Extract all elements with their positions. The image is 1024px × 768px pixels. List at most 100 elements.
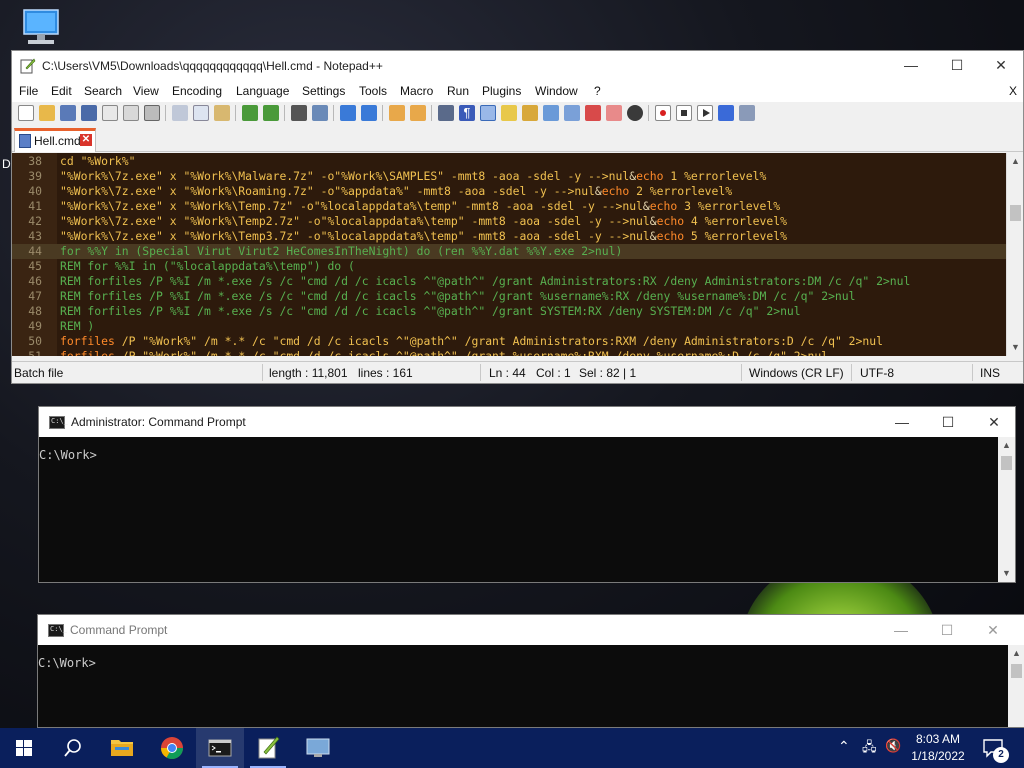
cut-icon[interactable] (172, 105, 188, 121)
scroll-up-icon[interactable]: ▲ (998, 437, 1015, 454)
menu-search[interactable]: Search (84, 84, 122, 98)
show-all-chars-icon[interactable]: ¶ (459, 105, 475, 121)
taskbar-chrome[interactable] (148, 728, 196, 768)
stop-macro-icon[interactable] (676, 105, 692, 121)
code-line[interactable]: 38 cd "%Work%" (12, 154, 1006, 169)
zoom-out-icon[interactable] (361, 105, 377, 121)
menu-window[interactable]: Window (535, 84, 578, 98)
function-list-icon[interactable] (564, 105, 580, 121)
code-editor[interactable]: 38 cd "%Work%" 39 "%Work%\7z.exe" x "%Work%… (12, 153, 1023, 356)
close-button[interactable]: ✕ (978, 51, 1024, 80)
menu-edit[interactable]: Edit (51, 84, 72, 98)
code-line[interactable]: 47 REM forfiles /P %%I /m *.exe /s /c "cm… (12, 289, 1006, 304)
code-line[interactable]: 39 "%Work%\7z.exe" x "%Work%\Malware.7z" … (12, 169, 1006, 184)
cmd-scrollbar[interactable]: ▲ (1008, 645, 1024, 727)
menu-language[interactable]: Language (236, 84, 289, 98)
code-line[interactable]: 44 for %%Y in (Special Virut Virut2 HeCom… (12, 244, 1006, 259)
code-line[interactable]: 43 "%Work%\7z.exe" x "%Work%\Temp3.7z" -o… (12, 229, 1006, 244)
maximize-button[interactable]: ☐ (934, 51, 980, 80)
code-line[interactable]: 46 REM forfiles /P %%I /m *.exe /s /c "cm… (12, 274, 1006, 289)
code-line[interactable]: 45 REM for %%I in ("%localappdata%\temp")… (12, 259, 1006, 274)
menu-close-doc[interactable]: X (1009, 84, 1017, 98)
maximize-button[interactable]: ☐ (924, 615, 970, 645)
scroll-thumb[interactable] (1001, 456, 1012, 470)
sync-horizontal-icon[interactable] (410, 105, 426, 121)
minimize-button[interactable]: — (878, 615, 924, 645)
eye-icon[interactable] (627, 105, 643, 121)
menu-file[interactable]: File (19, 84, 38, 98)
taskbar-file-explorer[interactable] (98, 728, 146, 768)
scroll-up-icon[interactable]: ▲ (1007, 153, 1023, 170)
lang-define-icon[interactable] (501, 105, 517, 121)
monitoring-icon[interactable] (606, 105, 622, 121)
admin-cmd-scrollbar[interactable]: ▲ ▼ (998, 437, 1015, 582)
cmd-titlebar[interactable]: Command Prompt — ☐ ✕ (38, 615, 1024, 645)
redo-icon[interactable] (263, 105, 279, 121)
scroll-down-icon[interactable]: ▼ (1007, 339, 1023, 356)
code-line[interactable]: 49 REM ) (12, 319, 1006, 334)
code-line[interactable]: 40 "%Work%\7z.exe" x "%Work%\Roaming.7z" … (12, 184, 1006, 199)
scroll-up-icon[interactable]: ▲ (1008, 645, 1024, 662)
find-icon[interactable] (291, 105, 307, 121)
minimize-button[interactable]: — (879, 407, 925, 437)
scroll-down-icon[interactable]: ▼ (998, 565, 1015, 582)
print-icon[interactable] (144, 105, 160, 121)
close-file-icon[interactable] (102, 105, 118, 121)
network-icon[interactable]: 🖧 (862, 738, 877, 760)
run-macro-multiple-icon[interactable] (718, 105, 734, 121)
start-button[interactable] (0, 728, 48, 768)
volume-muted-icon[interactable]: 🔇 (885, 738, 901, 754)
menu-encoding[interactable]: Encoding (172, 84, 222, 98)
save-macro-icon[interactable] (739, 105, 755, 121)
admin-cmd-titlebar[interactable]: Administrator: Command Prompt — ☐ ✕ (39, 407, 1015, 437)
doc-map-icon[interactable] (522, 105, 538, 121)
doc-list-icon[interactable] (543, 105, 559, 121)
tab-close-icon[interactable]: ✕ (80, 134, 92, 146)
maximize-button[interactable]: ☐ (925, 407, 971, 437)
menu-plugins[interactable]: Plugins (482, 84, 521, 98)
taskbar-command-prompt[interactable] (196, 728, 244, 768)
scroll-thumb[interactable] (1011, 664, 1022, 678)
close-button[interactable]: ✕ (971, 407, 1017, 437)
taskbar-remote-desktop[interactable] (294, 728, 342, 768)
copy-icon[interactable] (193, 105, 209, 121)
word-wrap-icon[interactable] (438, 105, 454, 121)
this-pc-desktop-icon[interactable] (16, 8, 64, 54)
paste-icon[interactable] (214, 105, 230, 121)
save-all-icon[interactable] (81, 105, 97, 121)
code-line[interactable]: 50 forfiles /P "%Work%" /m *.* /c "cmd /d… (12, 334, 1006, 349)
taskbar-clock[interactable]: 8:03 AM 1/18/2022 (906, 731, 970, 765)
open-file-icon[interactable] (39, 105, 55, 121)
new-file-icon[interactable] (18, 105, 34, 121)
search-button[interactable] (48, 728, 96, 768)
replace-icon[interactable] (312, 105, 328, 121)
menu-settings[interactable]: Settings (302, 84, 345, 98)
menu-view[interactable]: View (133, 84, 159, 98)
show-hidden-icons-chevron-icon[interactable]: ⌃ (838, 738, 850, 755)
save-icon[interactable] (60, 105, 76, 121)
undo-icon[interactable] (242, 105, 258, 121)
code-line[interactable]: 42 "%Work%\7z.exe" x "%Work%\Temp2.7z" -o… (12, 214, 1006, 229)
zoom-in-icon[interactable] (340, 105, 356, 121)
taskbar-notepadpp[interactable] (244, 728, 292, 768)
cmd-console[interactable]: C:\Work> (38, 645, 1008, 727)
record-macro-icon[interactable] (655, 105, 671, 121)
indent-guide-icon[interactable] (480, 105, 496, 121)
menu-tools[interactable]: Tools (359, 84, 387, 98)
close-all-icon[interactable] (123, 105, 139, 121)
admin-cmd-console[interactable]: C:\Work> (39, 437, 998, 582)
minimize-button[interactable]: — (888, 51, 934, 80)
menu-help[interactable]: ? (594, 84, 601, 98)
code-line[interactable]: 41 "%Work%\7z.exe" x "%Work%\Temp.7z" -o"… (12, 199, 1006, 214)
close-button[interactable]: ✕ (970, 615, 1016, 645)
play-macro-icon[interactable] (697, 105, 713, 121)
code-line[interactable]: 51 forfiles /P "%Work%" /m *.* /c "cmd /d… (12, 349, 1006, 356)
editor-vertical-scrollbar[interactable]: ▲ ▼ (1006, 153, 1023, 356)
sync-vertical-icon[interactable] (389, 105, 405, 121)
tab-hell-cmd[interactable]: Hell.cmd ✕ (14, 128, 96, 152)
notepadpp-titlebar[interactable]: C:\Users\VM5\Downloads\qqqqqqqqqqqq\Hell… (12, 51, 1023, 80)
scroll-thumb[interactable] (1010, 205, 1021, 221)
code-line[interactable]: 48 REM forfiles /P %%I /m *.exe /s /c "cm… (12, 304, 1006, 319)
menu-macro[interactable]: Macro (400, 84, 433, 98)
folder-workspace-icon[interactable] (585, 105, 601, 121)
